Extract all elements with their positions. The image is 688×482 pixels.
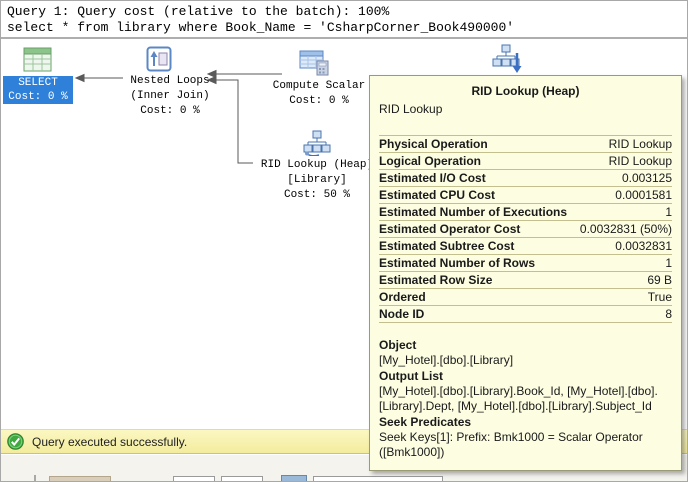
tooltip-row: Estimated Number of Rows 1: [379, 256, 672, 272]
plan-node-select[interactable]: SELECT Cost: 0 %: [1, 41, 81, 111]
compute-scalar-cost: Cost: 0 %: [289, 95, 349, 107]
select-node-label[interactable]: SELECT Cost: 0 %: [3, 76, 73, 104]
success-check-icon: [7, 433, 24, 450]
taskbar-fragment: [313, 476, 443, 481]
taskbar-fragment: [221, 476, 263, 481]
tooltip-row: Estimated I/O Cost 0.003125: [379, 171, 672, 187]
query-sql-line: select * from library where Book_Name = …: [7, 20, 515, 35]
rid-lookup-icon: [303, 130, 331, 156]
plan-node-nested-loops[interactable]: Nested Loops (Inner Join) Cost: 0 %: [111, 41, 229, 117]
query-header: Query 1: Query cost (relative to the bat…: [1, 1, 687, 39]
taskbar-fragment: [173, 476, 215, 481]
plan-node-compute-scalar[interactable]: Compute Scalar Cost: 0 %: [259, 41, 379, 107]
tooltip-row: Estimated Operator Cost 0.0032831 (50%): [379, 222, 672, 238]
tooltip-property-table: Physical Operation RID Lookup Logical Op…: [379, 135, 672, 323]
nested-loops-line1: Nested Loops: [130, 75, 210, 87]
compute-scalar-line1: Compute Scalar: [272, 80, 366, 92]
tooltip-row: Logical Operation RID Lookup: [379, 154, 672, 170]
nested-loops-line2: (Inner Join): [130, 90, 210, 102]
status-message: Query executed successfully.: [32, 434, 188, 449]
tooltip-section-seek-predicates: Seek Predicates Seek Keys[1]: Prefix: Bm…: [379, 415, 643, 459]
tooltip-section-output-list: Output List [My_Hotel].[dbo].[Library].B…: [379, 369, 658, 413]
query-cost-line: Query 1: Query cost (relative to the bat…: [7, 4, 390, 19]
nested-loops-cost: Cost: 0 %: [140, 105, 200, 117]
taskbar-fragment: [281, 475, 307, 481]
tooltip-title: RID Lookup (Heap): [471, 84, 580, 98]
tooltip-subtitle: RID Lookup: [379, 102, 443, 116]
tooltip-row: Physical Operation RID Lookup: [379, 137, 672, 153]
taskbar-fragment: [49, 476, 111, 481]
nested-loops-icon: [146, 46, 172, 72]
tooltip-row: Estimated Subtree Cost 0.0032831: [379, 239, 672, 255]
tooltip-row: Estimated CPU Cost 0.0001581: [379, 188, 672, 204]
compute-scalar-icon: [299, 50, 329, 76]
tooltip-row: Estimated Row Size 69 B: [379, 273, 672, 289]
taskbar-fragment: [34, 475, 36, 481]
tooltip-row: Node ID 8: [379, 307, 672, 323]
execution-plan-window: Query 1: Query cost (relative to the bat…: [0, 0, 688, 482]
operator-tooltip: RID Lookup (Heap) RID Lookup Physical Op…: [369, 75, 682, 471]
rid-lookup-operator-icon[interactable]: [491, 43, 523, 75]
tooltip-row: Estimated Number of Executions 1: [379, 205, 672, 221]
tooltip-section-object: Object [My_Hotel].[dbo].[Library]: [379, 338, 514, 367]
tooltip-row: Ordered True: [379, 290, 672, 306]
result-grid-icon: [23, 47, 52, 72]
